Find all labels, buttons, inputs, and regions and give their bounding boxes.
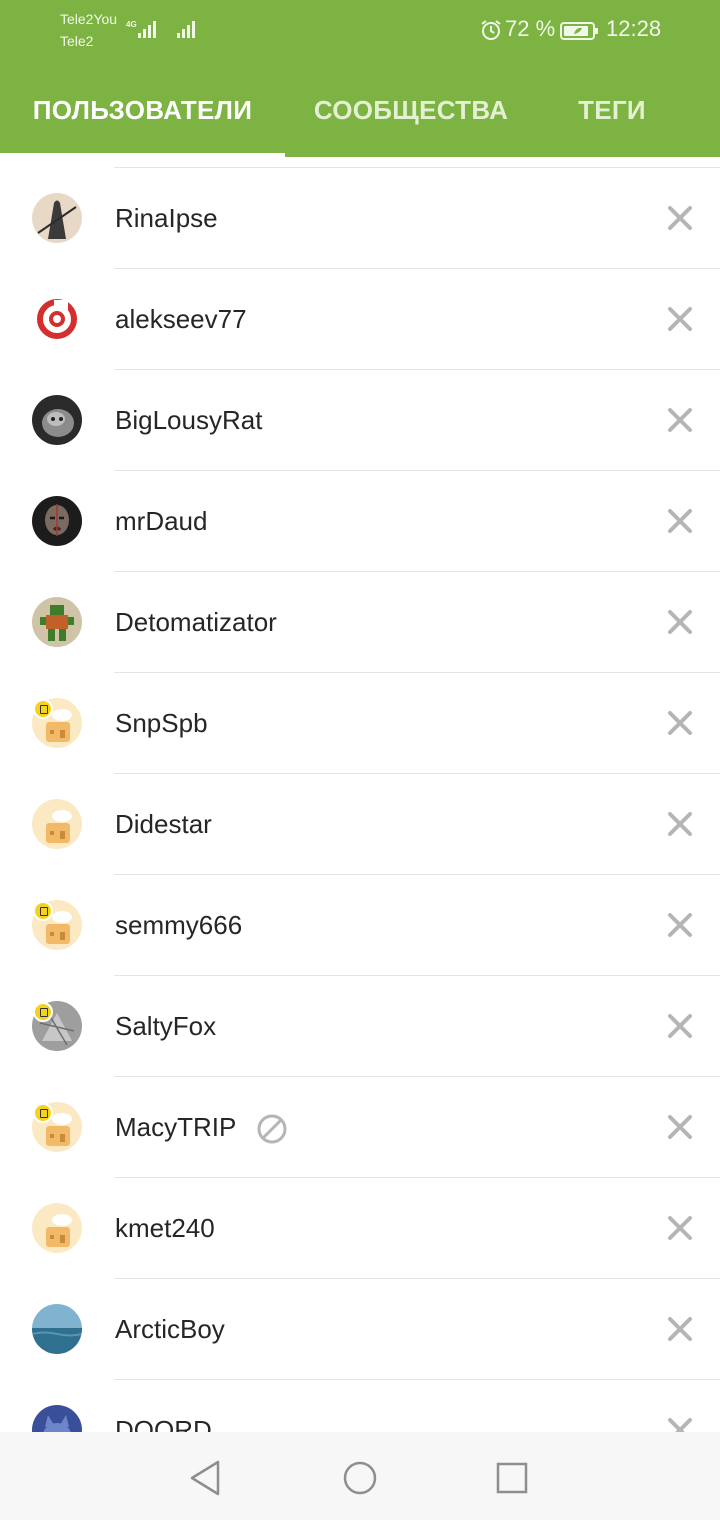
close-x-icon[interactable] [664,202,696,234]
close-x-icon[interactable] [664,505,696,537]
list-item[interactable]: SaltyFox [0,976,720,1077]
carrier-2-label: Tele2 [60,33,94,49]
close-x-icon[interactable] [664,303,696,335]
carrier-1-label: Tele2You [60,11,118,27]
close-x-icon[interactable] [664,404,696,436]
user-avatar[interactable] [32,496,82,546]
user-avatar[interactable] [32,1203,82,1253]
battery-icon [560,22,598,40]
tab-bar: ПОЛЬЗОВАТЕЛИ СООБЩЕСТВА ТЕГИ [0,64,720,157]
list-item[interactable]: semmy666 [0,875,720,976]
list-item[interactable]: RinaIpse [0,168,720,269]
username[interactable]: kmet240 [115,1178,215,1279]
tab-communities[interactable]: СООБЩЕСТВА [285,64,537,157]
document-badge-icon [33,1103,53,1123]
username[interactable]: mrDaud [115,471,207,572]
alarm-icon [481,20,501,40]
tab-tags[interactable]: ТЕГИ [537,64,687,157]
list-item[interactable]: ArcticBoy [0,1279,720,1380]
close-x-icon[interactable] [664,909,696,941]
home-circle-icon[interactable] [340,1458,380,1498]
recents-square-icon[interactable] [492,1458,532,1498]
username[interactable]: SaltyFox [115,976,216,1077]
list-item[interactable]: Didestar [0,774,720,875]
battery-percent: 72 % [505,16,556,41]
username[interactable]: RinaIpse [115,168,218,269]
user-avatar[interactable] [32,799,82,849]
user-avatar[interactable] [32,1405,82,1432]
user-avatar[interactable] [32,597,82,647]
close-x-icon[interactable] [664,1010,696,1042]
signal-icon-2 [177,21,195,38]
list-item[interactable]: kmet240 [0,1178,720,1279]
username[interactable]: DOORD [115,1380,212,1432]
username[interactable]: MacyTRIP [115,1077,236,1178]
username[interactable]: ArcticBoy [115,1279,225,1380]
close-x-icon[interactable] [664,808,696,840]
app-header: Tele2You Tele2 4G 72 % 12:28 ПОЛЬЗОВАТЕЛ… [0,0,720,157]
close-x-icon[interactable] [664,1313,696,1345]
list-item[interactable]: alekseev77 [0,269,720,370]
list-item[interactable]: SnpSpb [0,673,720,774]
back-triangle-icon[interactable] [186,1458,226,1498]
close-x-icon[interactable] [664,1414,696,1432]
user-avatar[interactable] [32,395,82,445]
document-badge-icon [33,699,53,719]
close-x-icon[interactable] [664,707,696,739]
document-badge-icon [33,1002,53,1022]
ignored-users-list: RinaIpse alekseev77 BigLousyRat mrDaud D… [0,157,720,1432]
user-avatar[interactable] [32,294,82,344]
close-x-icon[interactable] [664,1212,696,1244]
username[interactable]: Detomatizator [115,572,277,673]
username[interactable]: Didestar [115,774,212,875]
list-item[interactable]: Detomatizator [0,572,720,673]
network-type-label: 4G [126,20,137,29]
list-item[interactable]: BigLousyRat [0,370,720,471]
user-avatar[interactable] [32,193,82,243]
document-badge-icon [33,901,53,921]
status-bar: Tele2You Tele2 4G 72 % 12:28 [0,0,720,64]
tab-users[interactable]: ПОЛЬЗОВАТЕЛИ [0,64,285,157]
list-item[interactable]: MacyTRIP [0,1077,720,1178]
username[interactable]: semmy666 [115,875,242,976]
username[interactable]: BigLousyRat [115,370,262,471]
close-x-icon[interactable] [664,1111,696,1143]
username[interactable]: alekseev77 [115,269,247,370]
signal-icon [138,21,156,38]
username[interactable]: SnpSpb [115,673,208,774]
clock: 12:28 [606,16,662,41]
close-x-icon[interactable] [664,606,696,638]
user-avatar[interactable] [32,1304,82,1354]
list-item[interactable]: DOORD [0,1380,720,1432]
list-item[interactable]: mrDaud [0,471,720,572]
system-nav-bar [0,1432,720,1520]
ban-circle-icon [257,1114,287,1144]
